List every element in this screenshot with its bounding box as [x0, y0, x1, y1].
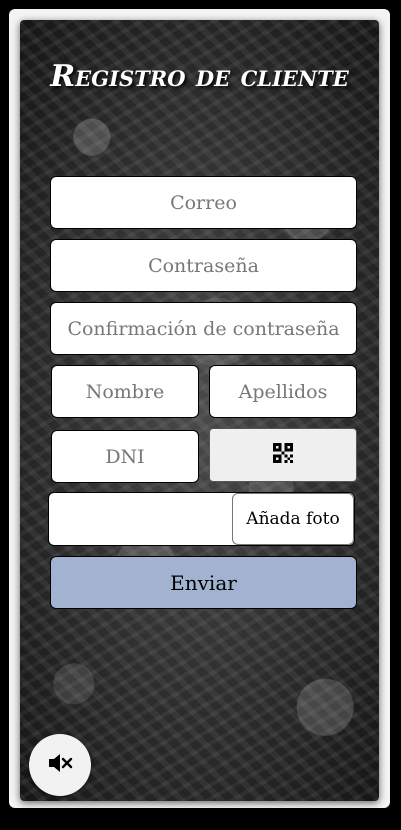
surname-input[interactable]: Apellidos [209, 365, 357, 418]
submit-button[interactable]: Enviar [50, 556, 357, 609]
password-input[interactable]: Contraseña [50, 239, 357, 292]
photo-upload-field[interactable]: Añada foto [48, 492, 355, 546]
name-input[interactable]: Nombre [51, 365, 199, 418]
confirm-password-input[interactable]: Confirmación de contraseña [50, 302, 357, 355]
add-photo-button[interactable]: Añada foto [232, 493, 354, 545]
registration-card: Registro de cliente Correo Contraseña Co… [20, 20, 379, 801]
email-input[interactable]: Correo [50, 176, 357, 229]
page-title: Registro de cliente [50, 59, 349, 94]
sound-toggle-button[interactable] [29, 734, 91, 796]
qr-scan-button[interactable] [209, 428, 357, 482]
qr-code-icon [273, 442, 293, 468]
speaker-muted-icon [47, 752, 73, 779]
dni-input[interactable]: DNI [51, 430, 199, 483]
